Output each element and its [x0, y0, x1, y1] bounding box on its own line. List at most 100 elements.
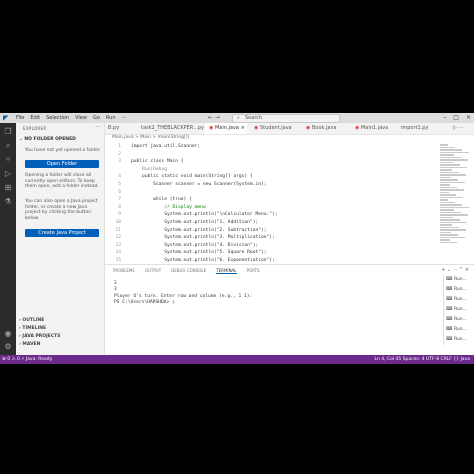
code-line: Run|Debug	[131, 166, 167, 172]
menu-edit[interactable]: Edit	[30, 115, 40, 121]
panel-tabs: PROBLEMS OUTPUT DEBUG CONSOLE TERMINAL P…	[113, 268, 260, 274]
minimap-line	[440, 144, 448, 146]
code-line: System.out.println("\nCalculator Menu:")…	[131, 212, 278, 218]
terminal-prompt-text: PS C:\Users\HARSHDA>	[114, 299, 173, 305]
maximize-icon[interactable]: □	[453, 114, 459, 121]
minimap-line	[440, 221, 467, 223]
tab-b-py[interactable]: B.py	[105, 123, 140, 134]
search-icon: ⌕	[237, 115, 240, 121]
no-folder-label: NO FOLDER OPENED	[24, 137, 76, 142]
search-activity-icon[interactable]: ⌕	[3, 141, 13, 151]
code-line: System.out.println("6. Exponentiation");	[131, 258, 275, 263]
editor-actions-icon[interactable]: ▷ ···	[453, 123, 471, 134]
tab-main1-label: Main1.java	[360, 125, 389, 131]
terminal-session[interactable]: ⌨ Run...	[443, 315, 474, 325]
outline-section[interactable]: › OUTLINE	[19, 318, 44, 323]
sidebar-message-2: Opening a folder will close all currentl…	[25, 173, 99, 189]
minimap-line	[440, 189, 464, 191]
search-placeholder: Search	[245, 115, 263, 121]
session-label: Run...	[453, 317, 467, 322]
terminal-session[interactable]: ⌨ Run...	[443, 285, 474, 295]
tab-task2[interactable]: task2_THEBLACKPER...py	[138, 123, 205, 134]
tab-main1-java[interactable]: ◉ Main1.java	[352, 123, 397, 134]
menu-view[interactable]: View	[75, 115, 87, 121]
code-editor[interactable]: 1 import java.util.Scanner; 2 3 public class…	[105, 142, 435, 276]
tab-ports[interactable]: PORTS	[247, 268, 260, 274]
tab-book-java[interactable]: ◉ Book.java	[303, 123, 348, 134]
minimap[interactable]	[440, 143, 474, 273]
line-number: 13	[115, 242, 121, 248]
java-file-icon: ◉	[254, 125, 259, 131]
terminal-output[interactable]: 2 3 Player O's turn. Enter row and column …	[114, 281, 252, 306]
minimap-line	[440, 171, 459, 173]
terminal-session[interactable]: ⌨ Run...	[443, 325, 474, 335]
minimap-line	[440, 179, 458, 181]
tab-problems[interactable]: PROBLEMS	[113, 268, 135, 274]
session-label: Run...	[453, 307, 467, 312]
gear-icon[interactable]: ⚙	[3, 342, 13, 352]
tab-student-java[interactable]: ◉ Student.java	[251, 123, 300, 134]
line-number: 10	[115, 220, 121, 225]
breadcrumb[interactable]: Main.java > Main > main(String[])	[112, 135, 189, 140]
nav-arrows-icon[interactable]: ← →	[208, 114, 220, 121]
terminal-session[interactable]: ⌨ Run...	[443, 335, 474, 345]
line-number: 2	[118, 151, 121, 157]
close-icon[interactable]: ×	[466, 114, 471, 121]
minimap-line	[440, 234, 458, 236]
terminal-session[interactable]: ⌨ Run...	[443, 295, 474, 305]
minimap-line	[440, 209, 454, 211]
no-folder-section[interactable]: ⌄ NO FOLDER OPENED	[19, 137, 76, 142]
menu-more[interactable]: ···	[122, 115, 127, 121]
minimize-icon[interactable]: –	[443, 114, 446, 121]
minimap-line	[440, 149, 462, 151]
line-number: 15	[115, 258, 121, 263]
tab-debug-console[interactable]: DEBUG CONSOLE	[171, 268, 206, 274]
tab-main-java[interactable]: ◉ Main.java ×	[205, 123, 247, 134]
minimap-line	[440, 199, 448, 201]
timeline-section[interactable]: › TIMELINE	[19, 326, 46, 331]
source-control-icon[interactable]: ⑂	[3, 155, 13, 165]
code-line: System.out.println("1. Addition");	[131, 220, 259, 225]
terminal-session[interactable]: ⌨ Run...	[443, 305, 474, 315]
menu-file[interactable]: File	[16, 115, 24, 121]
outline-label: OUTLINE	[22, 318, 45, 323]
terminal-session-list: ⌨ Run... ⌨ Run... ⌨ Run... ⌨ Run... ⌨ Ru…	[443, 275, 474, 345]
open-folder-button[interactable]: Open Folder	[25, 160, 99, 168]
extensions-icon[interactable]: ⊞	[3, 183, 13, 193]
command-search[interactable]: ⌕ Search	[232, 114, 340, 123]
minimap-line	[440, 181, 465, 183]
minimap-line	[440, 206, 469, 208]
maven-section[interactable]: › MAVEN	[19, 342, 40, 347]
explorer-icon[interactable]: ❐	[3, 127, 13, 137]
create-java-project-button[interactable]: Create Java Project	[25, 229, 99, 237]
minimap-line	[440, 211, 461, 213]
account-icon[interactable]: ◉	[3, 329, 13, 339]
minimap-line	[440, 229, 466, 231]
tab-terminal[interactable]: TERMINAL	[216, 268, 237, 274]
vscode-window: ◤ File Edit Selection View Go Run ··· ← …	[0, 113, 474, 364]
minimap-line	[440, 174, 466, 176]
line-number: 7	[118, 197, 121, 203]
testing-icon[interactable]: ⚗	[3, 197, 13, 207]
panel-controls-icon[interactable]: + ⌄ ··· ^ ×	[441, 267, 469, 273]
menu-selection[interactable]: Selection	[46, 115, 69, 121]
java-projects-label: JAVA PROJECTS	[22, 334, 61, 339]
minimap-line	[440, 201, 455, 203]
more-actions-icon[interactable]: ···	[95, 124, 100, 130]
tab-output[interactable]: OUTPUT	[145, 268, 161, 274]
minimap-line	[440, 241, 457, 243]
run-debug-icon[interactable]: ▷	[3, 169, 13, 179]
terminal-session[interactable]: ⌨ Run...	[443, 275, 474, 285]
menu-go[interactable]: Go	[93, 115, 100, 121]
tab-student-label: Student.java	[259, 125, 292, 131]
line-number: 11	[115, 227, 121, 233]
tab-import1-py[interactable]: import1.py	[398, 123, 443, 134]
line-number: 12	[115, 235, 121, 241]
minimap-line	[440, 169, 452, 171]
menu-run[interactable]: Run	[106, 115, 116, 121]
status-right[interactable]: Ln 4, Col 45 Spaces: 4 UTF-8 CRLF {} Jav…	[374, 355, 470, 364]
line-number: 8	[118, 204, 121, 210]
status-left[interactable]: ⊗ 0 ⚠ 0 ⚡ Java: Ready	[2, 355, 52, 364]
java-projects-section[interactable]: › JAVA PROJECTS	[19, 334, 60, 339]
tab-main-java-label: Main.java	[214, 125, 239, 131]
